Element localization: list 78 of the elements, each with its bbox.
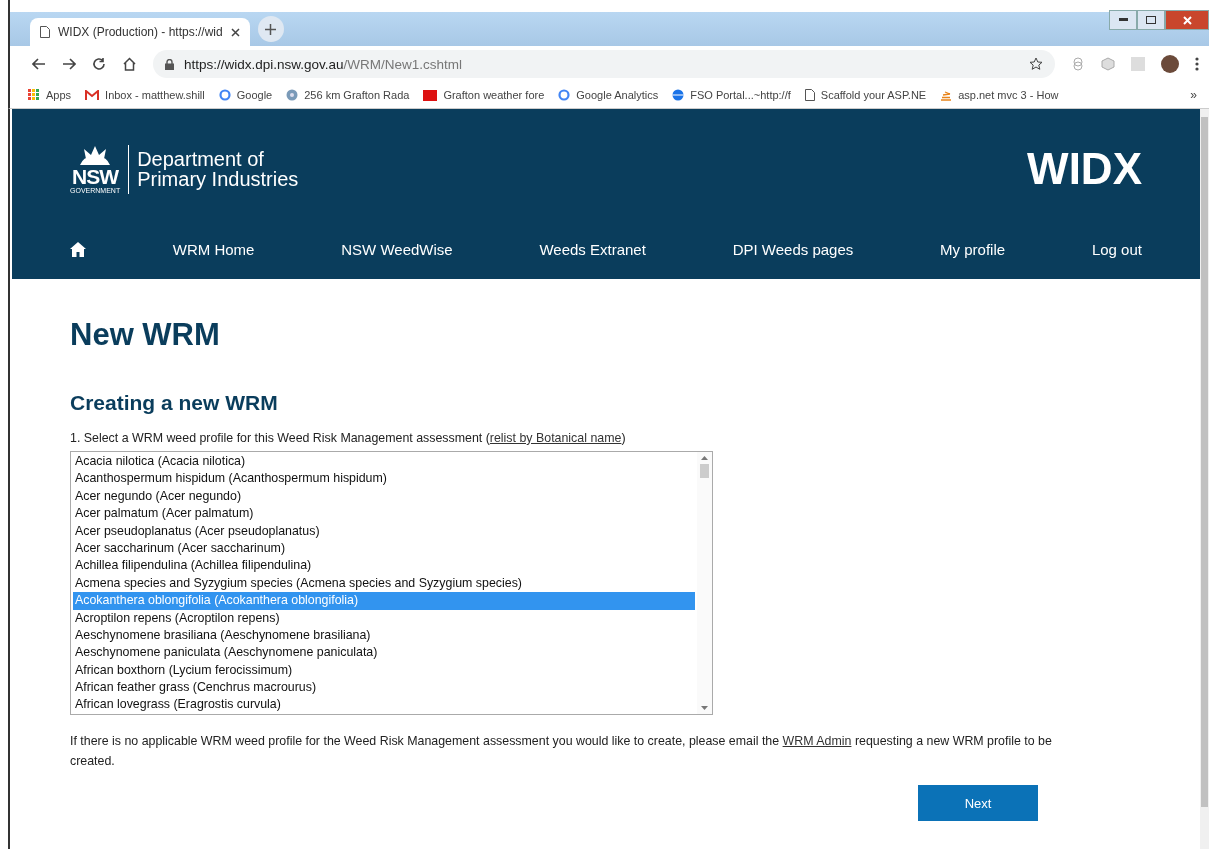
profile-option[interactable]: African lovegrass (Eragrostis curvula) [73, 696, 695, 714]
bookmark-item[interactable]: FSO Portal...~http://f [672, 89, 791, 101]
profile-option[interactable]: Aeschynomene paniculata (Aeschynomene paniculata) [73, 644, 695, 662]
profile-listbox[interactable] [70, 451, 713, 715]
org-name: Primary Industries [137, 169, 299, 189]
nav-link[interactable]: NSW WeedWise [341, 240, 453, 258]
instruction-text: 1. Select a WRM weed profile for this Weed Risk Management assessment (relist by Botanical name) [70, 431, 627, 445]
tab-title: WIDX (Production) - https://wid [58, 25, 223, 39]
page-title: New WRM [70, 317, 221, 353]
minimize-button[interactable] [1109, 10, 1137, 30]
apps-grid-icon [28, 89, 40, 101]
profile-option[interactable]: Acroptilon repens (Acroptilon repens) [73, 609, 695, 627]
browser-tab[interactable]: WIDX (Production) - https://wid [30, 18, 250, 46]
new-tab-button[interactable] [257, 16, 284, 42]
globe-icon [672, 89, 685, 101]
profile-option[interactable]: Acacia nilotica (Acacia nilotica) [73, 453, 695, 471]
home-icon[interactable] [122, 57, 137, 71]
profile-option[interactable]: African feather grass (Cenchrus macrourus) [73, 679, 695, 697]
bookmark-item[interactable]: Inbox - matthew.shill [85, 89, 205, 101]
avatar-icon[interactable] [1161, 55, 1179, 73]
close-button[interactable] [1165, 10, 1209, 30]
stack-icon [940, 89, 953, 101]
admin-link[interactable]: WRM Admin [782, 734, 852, 748]
list-scrollbar[interactable] [697, 452, 712, 714]
star-icon[interactable] [1029, 57, 1043, 71]
profile-option[interactable]: Acanthospermum hispidum (Acanthospermum hispidum) [73, 470, 695, 488]
profile-option[interactable]: Acer negundo (Acer negundo) [73, 487, 695, 506]
bookmark-item[interactable]: Scaffold your ASP.NE [804, 89, 927, 101]
nav-link[interactable]: DPI Weeds pages [732, 240, 854, 258]
nav-link[interactable]: Weeds Extranet [539, 240, 646, 258]
mail-icon [85, 89, 100, 101]
forward-icon[interactable] [62, 58, 76, 70]
profile-option[interactable]: Aeschynomene brasiliana (Aeschynomene brasiliana) [73, 626, 695, 645]
address-bar[interactable]: https://widx.dpi.nsw.gov.au/WRM/New1.cshtml [153, 50, 1055, 78]
close-icon [1182, 15, 1192, 25]
profile-option[interactable]: Acer saccharinum (Acer saccharinum) [73, 539, 695, 558]
bookmark-item[interactable]: asp.net mvc 3 - How [940, 89, 1059, 101]
page-scrollbar[interactable] [1200, 109, 1209, 849]
profile-option[interactable]: Acmena species and Syzygium species (Acmena species and Syzygium species) [73, 574, 695, 593]
maximize-icon [1146, 16, 1156, 24]
bookmark-item[interactable]: Apps [28, 89, 72, 101]
google-icon [558, 89, 571, 101]
profile-option[interactable]: Achillea filipendulina (Achillea filipendulina) [73, 557, 695, 575]
notice-text: If there is no applicable WRM weed profile for the Weed Risk Management assessment you would like to create, please email the WRM Admin requesting a new WRM profile to be created. [70, 733, 1053, 770]
bookmark-item[interactable]: Google Analytics [558, 89, 659, 101]
url-text: https://widx.dpi.nsw.gov.au/WRM/New1.cshtml [184, 56, 463, 72]
nav-link[interactable]: WRM Home [172, 240, 255, 258]
profile-option[interactable]: Acer pseudoplanatus (Acer pseudoplanatus) [73, 522, 695, 540]
reload-icon[interactable] [92, 57, 106, 71]
nav-link[interactable]: Log out [1091, 240, 1142, 258]
profile-option[interactable]: African boxthorn (Lycium ferocissimum) [73, 661, 695, 680]
radar-icon [286, 89, 299, 101]
weather-icon [423, 89, 438, 101]
profile-option[interactable]: Acer palmatum (Acer palmatum) [73, 505, 695, 523]
page-icon [804, 89, 815, 101]
scroll-thumb [700, 464, 709, 478]
plus-icon [265, 23, 277, 35]
section-title: Creating a new WRM [70, 391, 279, 415]
next-button[interactable]: Next [918, 785, 1038, 821]
menu-icon[interactable] [1195, 57, 1199, 71]
app-name: WIDX [1027, 144, 1142, 194]
maximize-button[interactable] [1137, 10, 1165, 30]
relist-link[interactable]: relist by Botanical name [489, 431, 622, 445]
minimize-icon [1118, 18, 1128, 22]
scroll-up-icon [701, 456, 708, 460]
lock-icon [165, 58, 174, 70]
bookmark-item[interactable]: Google [218, 89, 273, 101]
home-icon[interactable] [70, 241, 86, 257]
close-icon[interactable] [230, 27, 240, 37]
bookmark-item[interactable]: Grafton weather fore [423, 89, 545, 101]
logo-text: NSW [72, 166, 119, 187]
scroll-down-icon [701, 706, 708, 710]
google-icon [218, 89, 231, 101]
nav-link[interactable]: My profile [940, 240, 1006, 258]
back-icon[interactable] [32, 58, 46, 70]
bookmark-item[interactable]: 256 km Grafton Rada [286, 89, 410, 101]
more-bookmarks-button[interactable]: » [1190, 88, 1209, 102]
page-icon [40, 26, 50, 38]
